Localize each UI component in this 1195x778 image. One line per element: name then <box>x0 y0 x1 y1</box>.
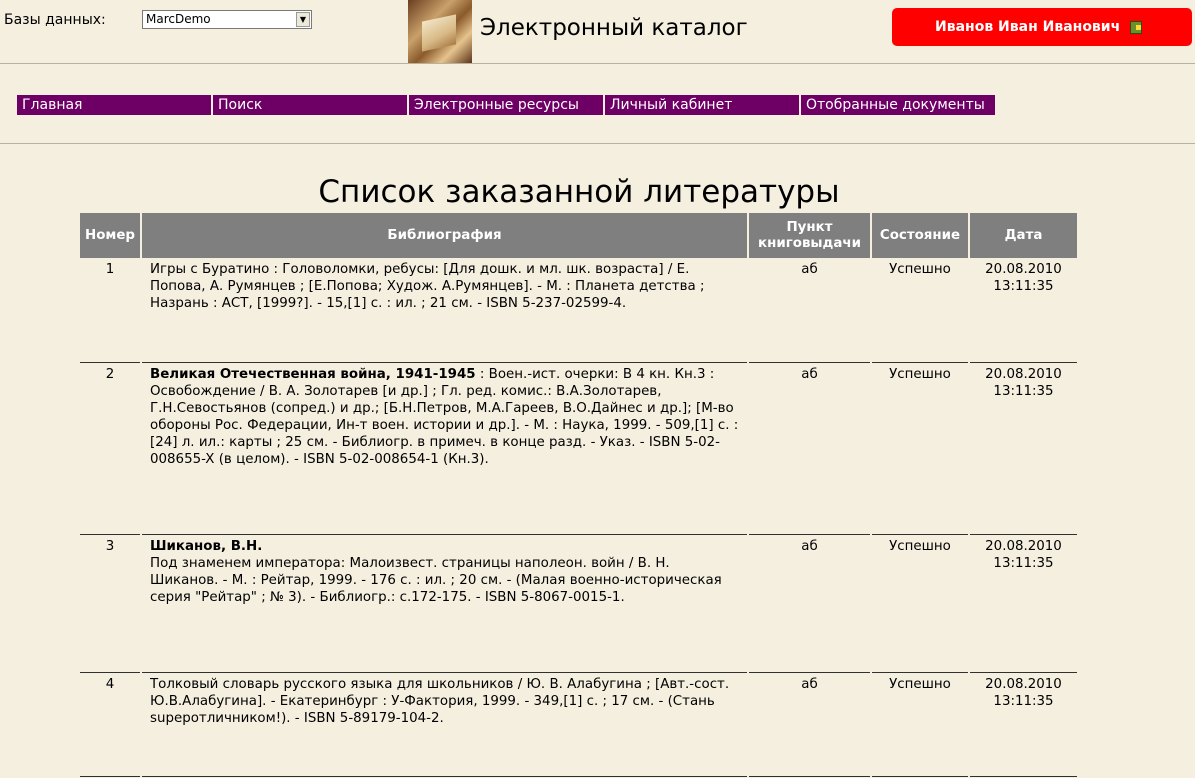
site-title: Электронный каталог <box>480 15 748 41</box>
nav-divider <box>0 143 1195 144</box>
row-date-time: 13:11:35 <box>993 279 1054 294</box>
row-biblio-text: Под знаменем императора: Малоизвест. стр… <box>150 555 722 605</box>
row-biblio-text: Толковый словарь русского языка для школ… <box>150 676 730 726</box>
row-date-time: 13:11:35 <box>993 693 1054 709</box>
table-row: 3 Шиканов, В.Н. Под знаменем императора: … <box>80 534 1077 673</box>
header-divider <box>0 63 1195 64</box>
row-date: 20.08.2010 13:11:35 <box>968 672 1077 777</box>
row-num: 3 <box>80 534 141 673</box>
table-row: 1 Игры с Буратино : Головоломки, ребусы:… <box>80 258 1077 363</box>
user-button[interactable]: Иванов Иван Иванович <box>892 8 1192 46</box>
row-biblio-text: Игры с Буратино : Головоломки, ребусы: [… <box>150 262 705 311</box>
row-point: аб <box>747 362 871 535</box>
table-row: 2 Великая Отечественная война, 1941-1945… <box>80 362 1077 535</box>
row-state: Успешно <box>870 258 969 363</box>
row-date-day: 20.08.2010 <box>985 366 1062 382</box>
row-date-time: 13:11:35 <box>993 383 1054 399</box>
row-point: аб <box>747 534 871 673</box>
col-header-num: Номер <box>80 213 141 258</box>
nav-item-eresources[interactable]: Электронные ресурсы <box>409 95 603 115</box>
row-biblio: Шиканов, В.Н. Под знаменем императора: Ма… <box>140 534 748 673</box>
row-biblio: Великая Отечественная война, 1941-1945 :… <box>140 362 748 535</box>
row-num: 1 <box>80 258 141 363</box>
row-biblio: Игры с Буратино : Головоломки, ребусы: [… <box>140 258 748 363</box>
row-date: 20.08.2010 13:11:35 <box>968 362 1077 535</box>
col-header-date: Дата <box>968 213 1077 258</box>
database-select[interactable]: MarcDemo ▼ <box>142 10 312 29</box>
row-date: 20.08.2010 13:11:35 <box>968 534 1077 673</box>
row-num: 2 <box>80 362 141 535</box>
row-point: аб <box>747 258 871 363</box>
logout-icon[interactable] <box>1130 21 1142 34</box>
user-name: Иванов Иван Иванович <box>935 19 1121 35</box>
row-state: Успешно <box>870 362 969 535</box>
table-header-row: Номер Библиография Пункт книговыдачи Сос… <box>80 213 1077 258</box>
nav-item-search[interactable]: Поиск <box>213 95 407 115</box>
row-state: Успешно <box>870 672 969 777</box>
col-header-point: Пункт книговыдачи <box>747 213 871 258</box>
dropdown-arrow-icon[interactable]: ▼ <box>296 12 310 27</box>
col-header-state: Состояние <box>870 213 969 258</box>
row-state: Успешно <box>870 534 969 673</box>
database-label: Базы данных: <box>4 12 106 28</box>
row-biblio: Толковый словарь русского языка для школ… <box>140 672 748 777</box>
row-num: 4 <box>80 672 141 777</box>
row-date-day: 20.08.2010 <box>985 538 1062 554</box>
row-date: 20.08.2010 13:11:35 <box>968 258 1077 363</box>
database-select-value: MarcDemo <box>146 12 211 26</box>
table-row: 4 Толковый словарь русского языка для шк… <box>80 672 1077 777</box>
row-point: аб <box>747 672 871 777</box>
main-nav: Главная Поиск Электронные ресурсы Личный… <box>17 95 997 115</box>
orders-table: Номер Библиография Пункт книговыдачи Сос… <box>80 213 1077 777</box>
catalog-logo <box>408 0 472 63</box>
col-header-biblio: Библиография <box>140 213 748 258</box>
row-date-day: 20.08.2010 <box>985 262 1062 277</box>
row-date-time: 13:11:35 <box>993 555 1054 571</box>
row-title: Великая Отечественная война, 1941-1945 <box>150 366 476 382</box>
page-title: Список заказанной литературы <box>318 174 840 210</box>
nav-item-home[interactable]: Главная <box>17 95 211 115</box>
row-title: Шиканов, В.Н. <box>150 538 263 554</box>
row-date-day: 20.08.2010 <box>985 676 1062 692</box>
nav-item-selected-docs[interactable]: Отобранные документы <box>801 95 995 115</box>
nav-item-cabinet[interactable]: Личный кабинет <box>605 95 799 115</box>
